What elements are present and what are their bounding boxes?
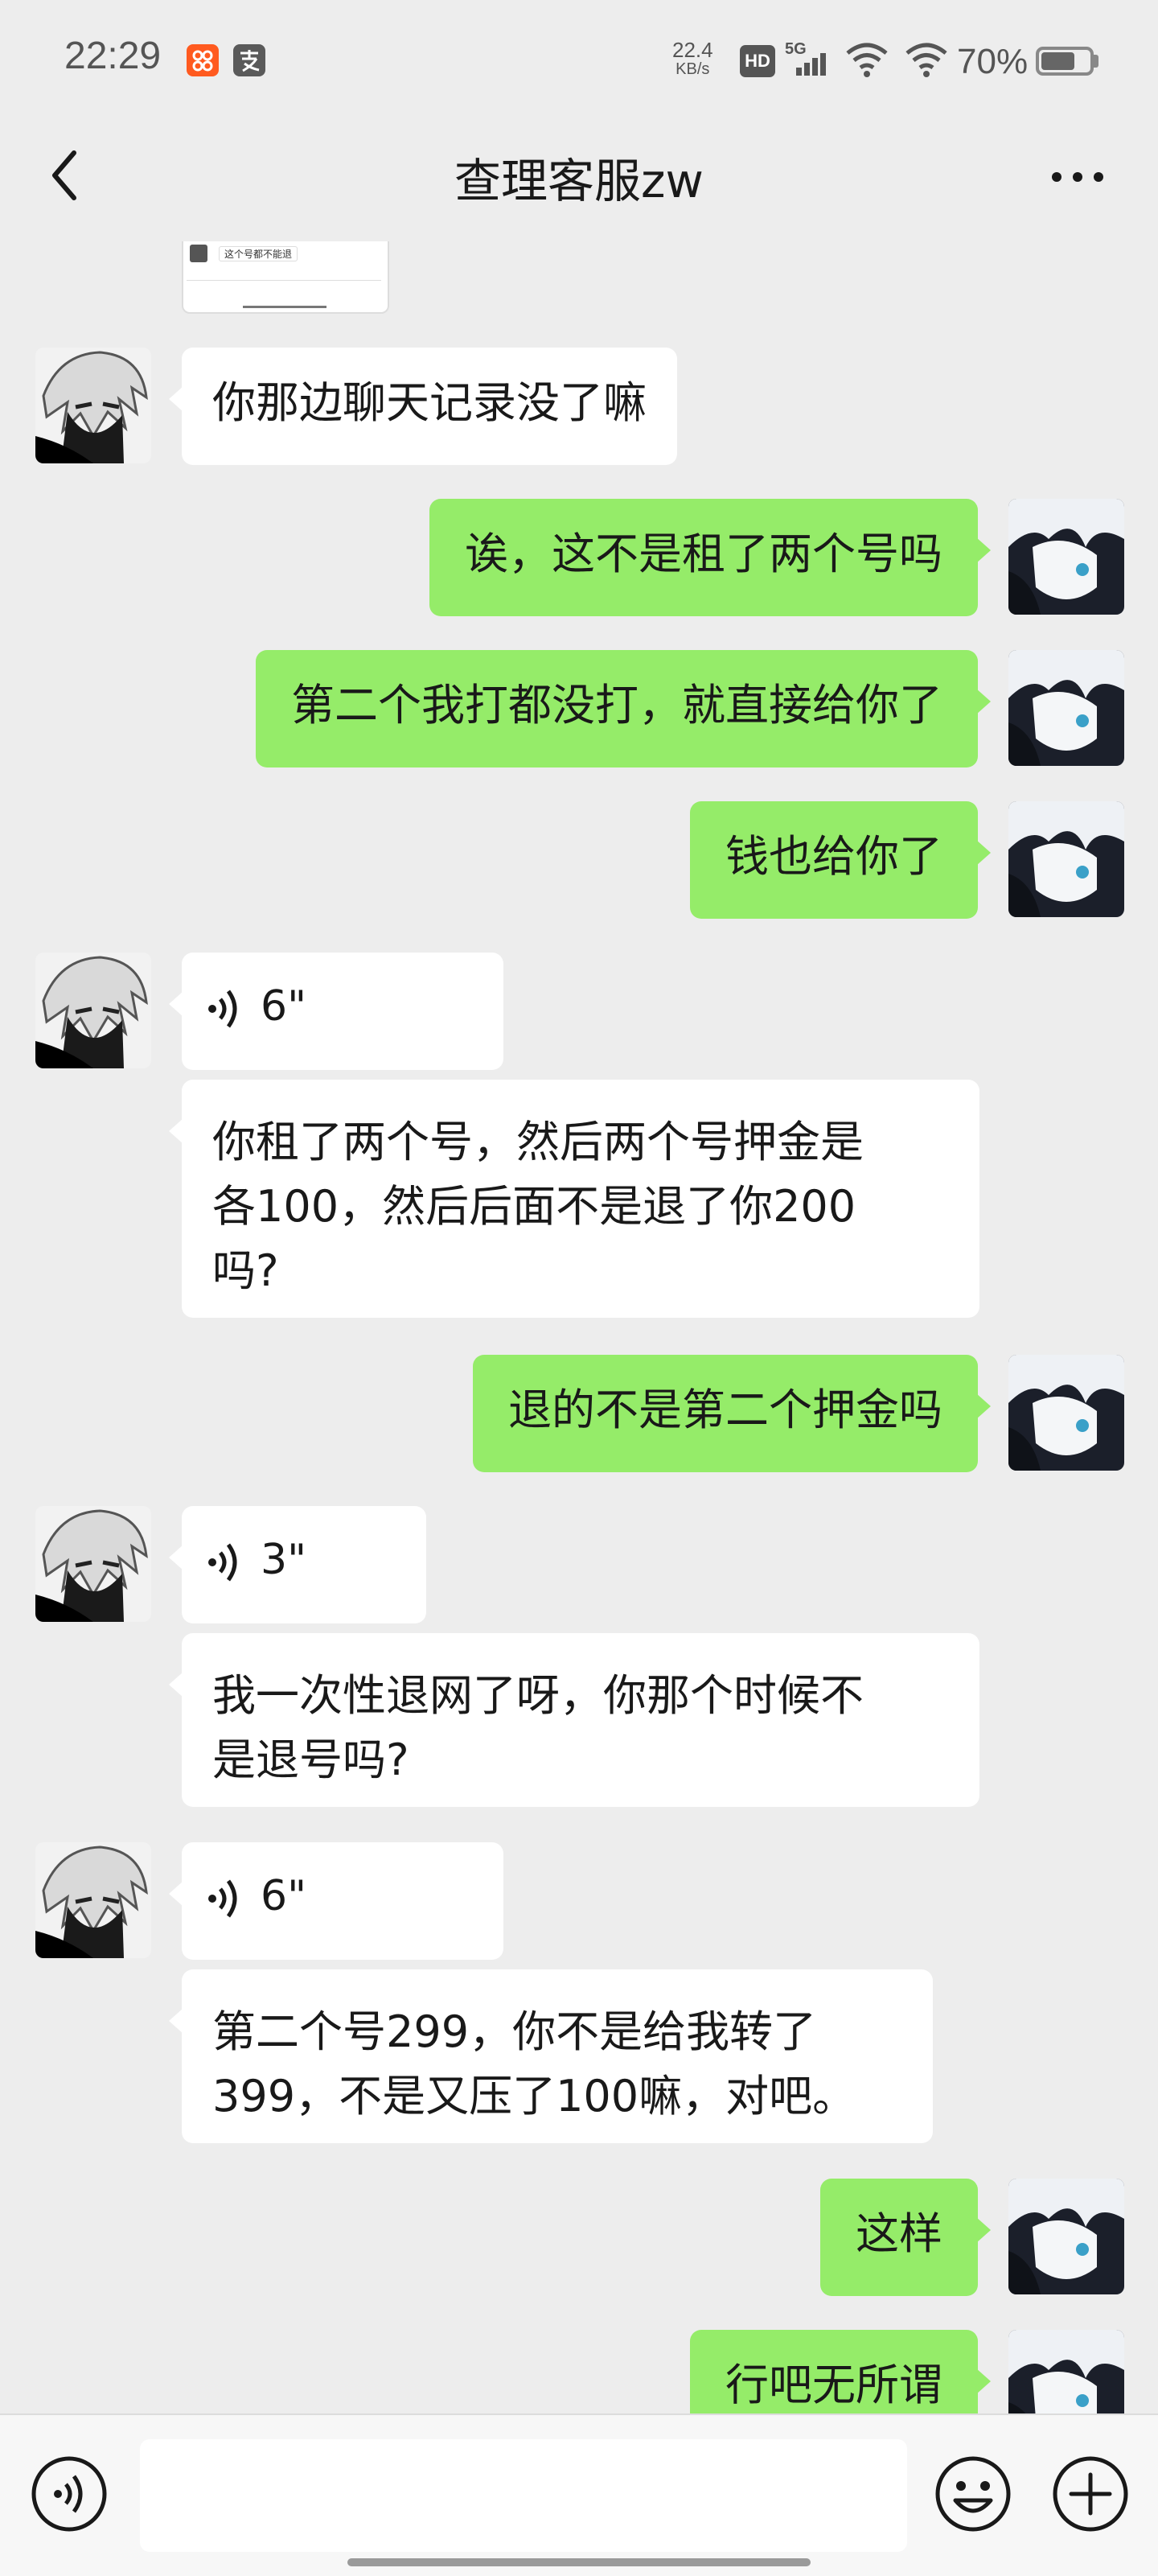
voice-message-bubble[interactable]: 3" <box>169 1506 426 1623</box>
voice-duration: 3" <box>261 1536 307 1584</box>
message-bubble-received[interactable]: 第二个号299，你不是给我转了 399，不是又压了100嘛，对吧。 <box>169 1969 933 2143</box>
voice-wave-icon <box>208 990 237 1028</box>
my-avatar[interactable] <box>1008 1355 1124 1471</box>
message-text-line: 各100，然后后面不是退了你200 <box>212 1181 856 1232</box>
message-text-line: 399，不是又压了100嘛，对吧。 <box>212 2071 856 2121</box>
message-text: 第二个我打都没打，就直接给你了 <box>291 680 942 730</box>
message-bubble-sent[interactable]: 行吧无所谓 <box>690 2330 991 2413</box>
thumb-caption: 这个号都不能退 <box>219 246 298 261</box>
thumb-input-bar <box>187 280 381 300</box>
alipay-app-icon <box>233 44 265 76</box>
battery-percent: 70% <box>957 42 1029 81</box>
home-indicator[interactable] <box>347 2558 811 2566</box>
message-text: 退的不是第二个押金吗 <box>508 1385 942 1435</box>
message-input[interactable] <box>140 2439 907 2552</box>
contact-avatar[interactable] <box>35 348 151 463</box>
contact-avatar[interactable] <box>35 953 151 1068</box>
my-avatar[interactable] <box>1008 650 1124 766</box>
emoji-icon <box>935 2456 1011 2532</box>
status-time: 22:29 <box>64 35 162 77</box>
message-text: 你那边聊天记录没了嘛 <box>212 377 647 428</box>
chat-messages[interactable]: 这个号都不能退 你那边聊天记录没了嘛 诶，这不是租了两个号吗 第二个我打都没打，… <box>0 241 1158 2413</box>
net-speed-unit: KB/s <box>676 60 710 78</box>
net-speed-value: 22.4 <box>672 38 713 62</box>
battery-tip <box>1094 55 1098 68</box>
cell-signal-icon: 5G <box>785 40 833 80</box>
plus-circle-icon <box>1053 2456 1128 2532</box>
voice-message-bubble[interactable]: 6" <box>169 1842 503 1960</box>
image-thumbnail[interactable]: 这个号都不能退 <box>182 241 389 314</box>
taobao-app-icon <box>187 44 219 76</box>
message-bubble-sent[interactable]: 退的不是第二个押金吗 <box>473 1355 991 1472</box>
message-text-line: 第二个号299，你不是给我转了 <box>212 2006 817 2057</box>
message-text: 这样 <box>856 2208 942 2259</box>
message-bubble-sent[interactable]: 这样 <box>820 2179 991 2296</box>
battery-icon <box>1036 47 1094 76</box>
message-bubble-received[interactable]: 我一次性退网了呀，你那个时候不 是退号吗? <box>169 1633 979 1807</box>
message-text: 诶，这不是租了两个号吗 <box>465 529 942 579</box>
wifi-icon-2 <box>904 42 949 79</box>
voice-duration: 6" <box>261 982 307 1031</box>
voice-wave-icon <box>208 1543 237 1582</box>
net-speed: 22.4 KB/s <box>672 38 713 79</box>
message-text-line: 是退号吗? <box>212 1734 409 1785</box>
chat-title: 查理客服zw <box>454 154 704 208</box>
voice-duration: 6" <box>261 1872 307 1920</box>
wifi-icon <box>844 42 889 79</box>
message-bubble-sent[interactable]: 诶，这不是租了两个号吗 <box>429 499 991 616</box>
message-bubble-sent[interactable]: 第二个我打都没打，就直接给你了 <box>256 650 991 767</box>
more-functions-button[interactable] <box>1050 2454 1131 2534</box>
message-bubble-received[interactable]: 你租了两个号，然后两个号押金是 各100，然后后面不是退了你200 吗? <box>169 1080 979 1318</box>
voice-mode-icon <box>31 2456 107 2532</box>
contact-avatar[interactable] <box>35 1506 151 1622</box>
nav-bar: 查理客服zw <box>0 113 1158 241</box>
message-text-line: 吗? <box>212 1245 279 1296</box>
hd-icon: HD <box>740 45 775 77</box>
emoji-button[interactable] <box>933 2454 1013 2534</box>
contact-avatar[interactable] <box>35 1842 151 1958</box>
thumb-avatar <box>190 245 207 262</box>
my-avatar[interactable] <box>1008 2330 1124 2413</box>
message-text-line: 你租了两个号，然后两个号押金是 <box>212 1117 864 1167</box>
my-avatar[interactable] <box>1008 499 1124 615</box>
status-bar: 22:29 22.4 KB/s HD 5G 70% <box>0 0 1158 113</box>
thumb-home-indicator <box>243 306 326 308</box>
voice-input-button[interactable] <box>29 2454 109 2534</box>
message-bubble-sent[interactable]: 钱也给你了 <box>690 801 991 919</box>
more-icon <box>1052 172 1103 182</box>
input-bar <box>0 2413 1158 2576</box>
message-text-line: 我一次性退网了呀，你那个时候不 <box>212 1670 864 1721</box>
message-text: 行吧无所谓 <box>725 2360 942 2410</box>
voice-wave-icon <box>208 1879 237 1918</box>
voice-message-bubble[interactable]: 6" <box>169 953 503 1070</box>
battery-fill <box>1041 52 1074 70</box>
my-avatar[interactable] <box>1008 801 1124 917</box>
message-bubble-received[interactable]: 你那边聊天记录没了嘛 <box>169 348 677 465</box>
my-avatar[interactable] <box>1008 2179 1124 2294</box>
more-options-button[interactable] <box>1045 161 1110 193</box>
message-text: 钱也给你了 <box>725 831 942 882</box>
